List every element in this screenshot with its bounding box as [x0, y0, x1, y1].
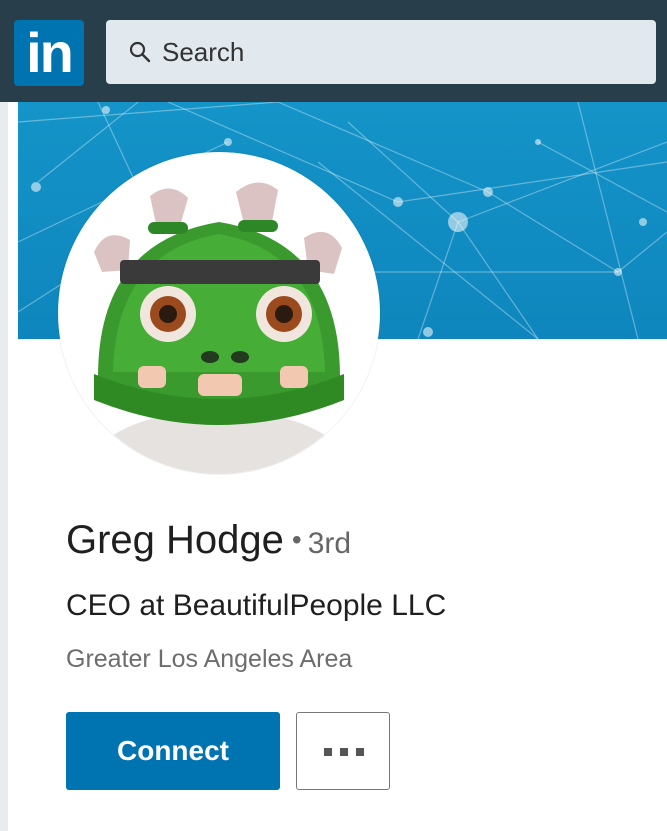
- degree-separator: •: [291, 524, 302, 555]
- search-bar[interactable]: Search: [106, 20, 656, 84]
- linkedin-logo[interactable]: in: [14, 20, 84, 86]
- top-nav-bar: in Search: [0, 0, 667, 102]
- connection-degree-badge: 3rd: [307, 527, 352, 560]
- profile-avatar[interactable]: [58, 152, 380, 474]
- profile-name[interactable]: Greg Hodge: [66, 518, 284, 562]
- search-icon: [129, 41, 151, 63]
- more-options-icon: [324, 748, 364, 756]
- search-input[interactable]: Search: [162, 36, 244, 68]
- left-rail-divider: [0, 102, 8, 831]
- profile-location: Greater Los Angeles Area: [66, 645, 353, 673]
- connect-button[interactable]: Connect: [66, 712, 280, 790]
- green-monster-avatar: [89, 182, 349, 474]
- linkedin-profile-page: in Search Greg Hodge • 3rd CEO at Beauti…: [0, 0, 667, 831]
- more-options-button[interactable]: [296, 712, 390, 790]
- profile-headline: CEO at BeautifulPeople LLC: [66, 589, 447, 622]
- profile-name-row: Greg Hodge • 3rd: [66, 515, 351, 565]
